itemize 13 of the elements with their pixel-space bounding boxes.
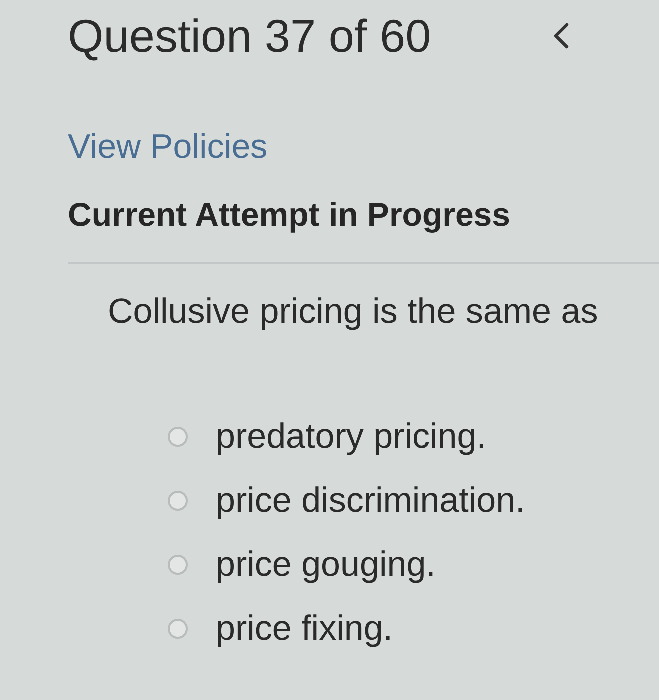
answer-option[interactable]: price gouging. (216, 543, 436, 587)
radio-button[interactable] (168, 491, 188, 511)
question-counter: Question 37 of 60 (68, 10, 432, 62)
view-policies-link[interactable]: View Policies (68, 127, 268, 167)
radio-button[interactable] (168, 619, 188, 639)
attempt-status: Current Attempt in Progress (68, 195, 512, 235)
chevron-left-icon (553, 23, 569, 49)
answer-option[interactable]: price discrimination. (216, 479, 526, 523)
radio-button[interactable] (168, 555, 188, 575)
answer-option[interactable]: price fixing. (216, 607, 394, 651)
radio-button[interactable] (168, 427, 188, 447)
question-prompt: Collusive pricing is the same as (108, 292, 600, 332)
answer-option[interactable]: predatory pricing. (216, 415, 486, 459)
